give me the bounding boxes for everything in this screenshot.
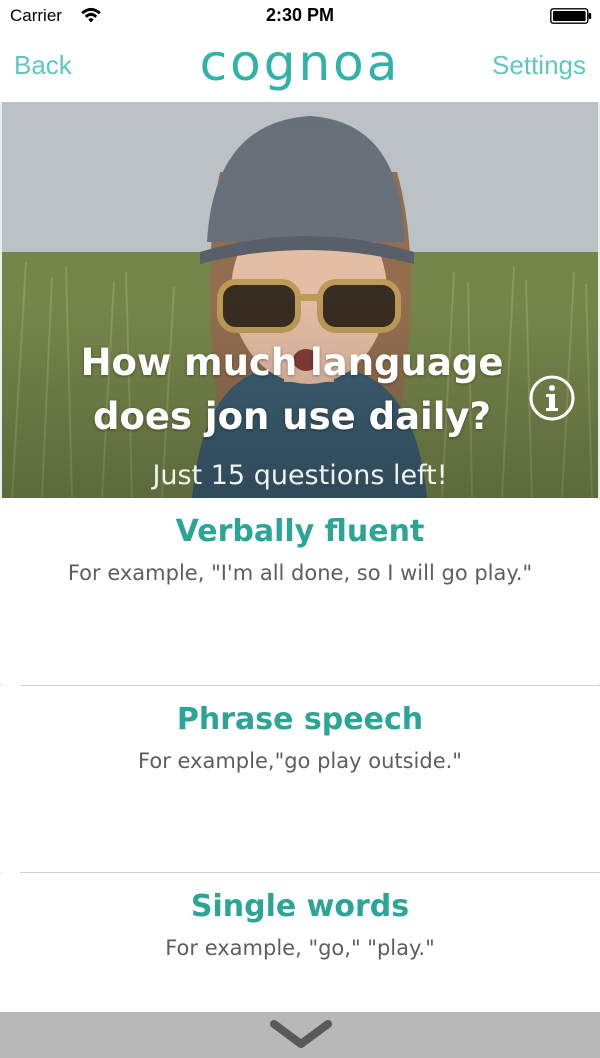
bottom-bar xyxy=(0,1012,600,1058)
option-title: Single words xyxy=(190,889,410,924)
option-example: For example, "go," "play." xyxy=(165,936,435,960)
option-example: For example,"go play outside." xyxy=(138,749,462,773)
info-icon[interactable] xyxy=(528,374,576,422)
question-title: How much language does jon use daily? xyxy=(80,341,504,438)
hero-banner: How much language does jon use daily? Ju… xyxy=(2,102,598,498)
app-screen: Carrier 2:30 PM Back cognoa Settings How… xyxy=(0,0,600,1058)
option-title: Phrase speech xyxy=(176,702,424,737)
settings-button[interactable]: Settings xyxy=(492,50,586,81)
answer-option-phrase-speech[interactable]: Phrase speech For example,"go play outsi… xyxy=(0,686,600,872)
questions-remaining: Just 15 questions left! xyxy=(152,460,448,491)
status-bar: Carrier 2:30 PM xyxy=(0,0,600,32)
option-example: For example, "I'm all done, so I will go… xyxy=(67,561,533,585)
answer-option-verbally-fluent[interactable]: Verbally fluent For example, "I'm all do… xyxy=(0,498,600,684)
navigation-bar: Back cognoa Settings xyxy=(0,32,600,102)
chevron-down-icon[interactable] xyxy=(270,1020,332,1050)
answer-option-single-words[interactable]: Single words For example, "go," "play." xyxy=(0,873,600,1012)
option-title: Verbally fluent xyxy=(175,514,425,549)
battery-icon xyxy=(550,8,592,24)
clock: 2:30 PM xyxy=(265,5,335,25)
